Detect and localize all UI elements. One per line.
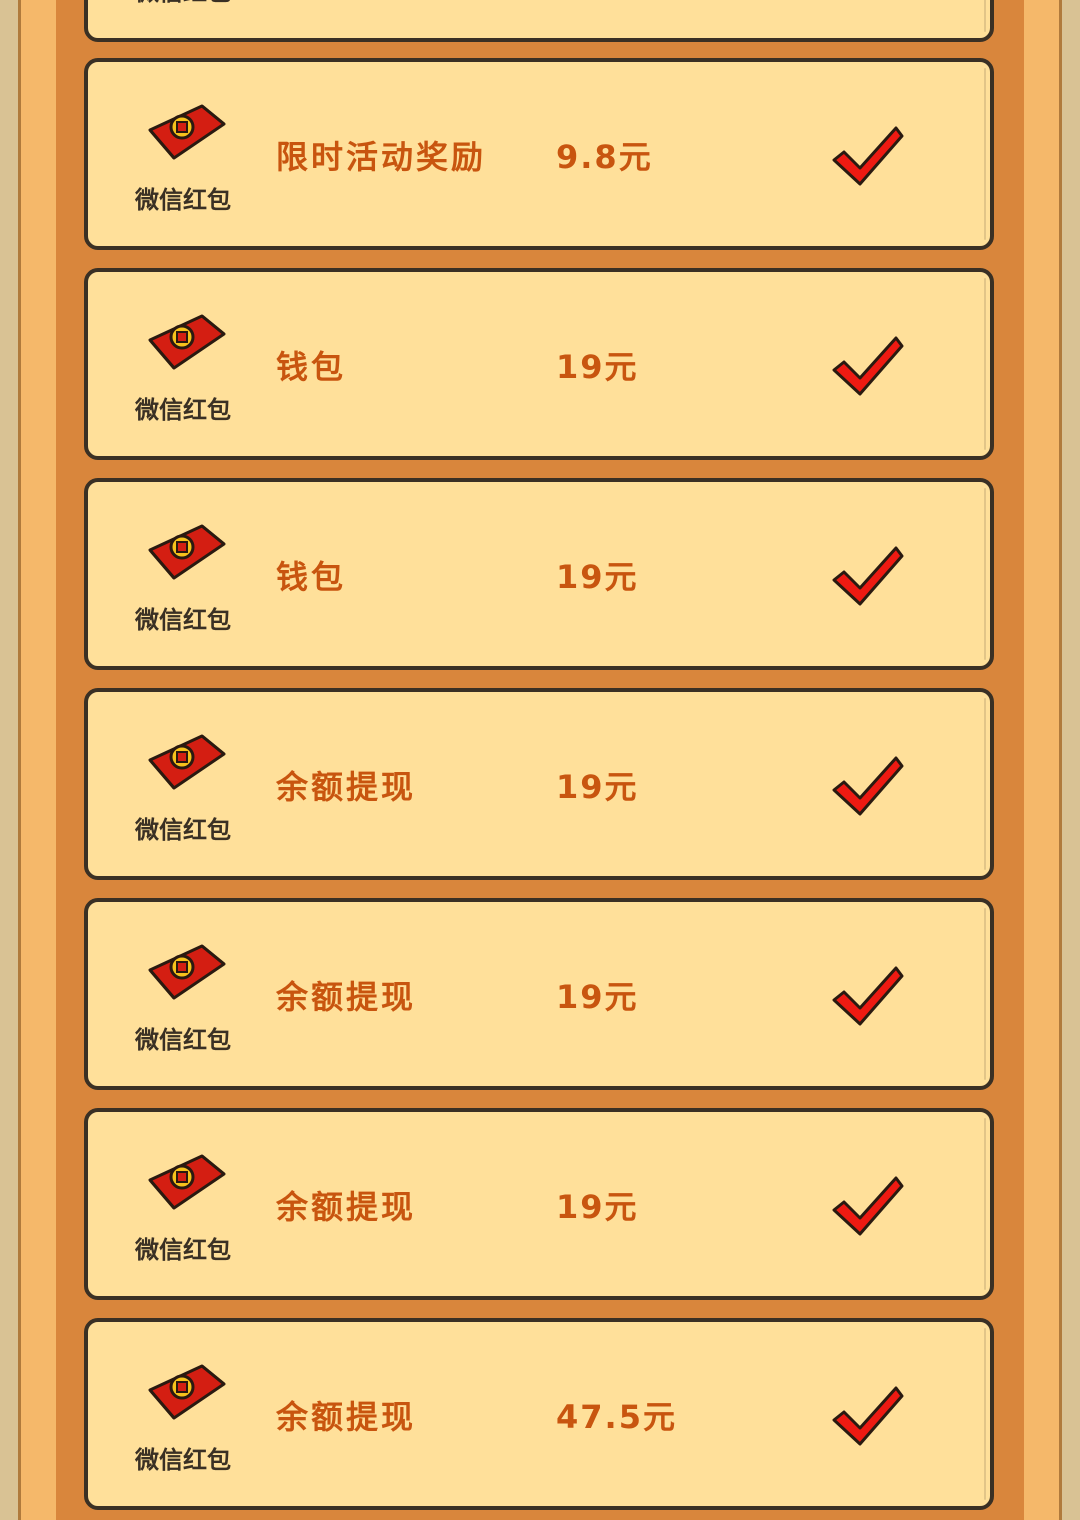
record-amount: 19元 <box>556 558 639 596</box>
red-packet-icon <box>148 314 226 370</box>
checkmark-icon <box>832 966 904 1026</box>
record-row-1: 微信红包 限时活动奖励 9.8元 <box>84 58 994 250</box>
red-packet-icon <box>148 104 226 160</box>
red-packet-icon <box>148 524 226 580</box>
record-reason: 钱包 <box>276 348 347 386</box>
red-packet-label: 微信红包 <box>135 1026 231 1054</box>
withdraw-record-list[interactable]: 微信红包 微信红包 限时活动奖励 9.8元 微信红包 钱包 19元 <box>84 0 996 1510</box>
checkmark-icon <box>832 126 904 186</box>
record-amount: 19元 <box>556 1188 639 1226</box>
record-reason: 余额提现 <box>276 768 417 806</box>
record-row-0: 微信红包 <box>84 0 994 42</box>
record-reason: 余额提现 <box>276 1398 417 1436</box>
red-packet-label: 微信红包 <box>135 396 231 424</box>
record-amount: 9.8元 <box>556 138 653 176</box>
checkmark-icon <box>832 1176 904 1236</box>
record-row-4: 微信红包 余额提现 19元 <box>84 688 994 880</box>
record-amount: 19元 <box>556 978 639 1016</box>
record-row-3: 微信红包 钱包 19元 <box>84 478 994 670</box>
record-amount: 19元 <box>556 348 639 386</box>
checkmark-icon <box>832 336 904 396</box>
red-packet-label: 微信红包 <box>135 816 231 844</box>
red-packet-icon <box>148 1154 226 1210</box>
record-reason: 余额提现 <box>276 978 417 1016</box>
red-packet-label: 微信红包 <box>118 0 248 7</box>
record-amount: 19元 <box>556 768 639 806</box>
checkmark-icon <box>832 546 904 606</box>
record-reason: 余额提现 <box>276 1188 417 1226</box>
red-packet-icon <box>148 944 226 1000</box>
red-packet-icon <box>148 734 226 790</box>
checkmark-icon <box>832 1386 904 1446</box>
record-row-2: 微信红包 钱包 19元 <box>84 268 994 460</box>
record-amount: 47.5元 <box>556 1398 677 1436</box>
red-packet-label: 微信红包 <box>135 186 231 214</box>
record-row-7: 微信红包 余额提现 47.5元 <box>84 1318 994 1510</box>
record-row-6: 微信红包 余额提现 19元 <box>84 1108 994 1300</box>
checkmark-icon <box>832 756 904 816</box>
record-row-5: 微信红包 余额提现 19元 <box>84 898 994 1090</box>
red-packet-icon <box>148 1364 226 1420</box>
red-packet-label: 微信红包 <box>135 1446 231 1474</box>
red-packet-label: 微信红包 <box>135 1236 231 1264</box>
record-reason: 钱包 <box>276 558 347 596</box>
record-reason: 限时活动奖励 <box>276 138 487 176</box>
red-packet-label: 微信红包 <box>135 606 231 634</box>
